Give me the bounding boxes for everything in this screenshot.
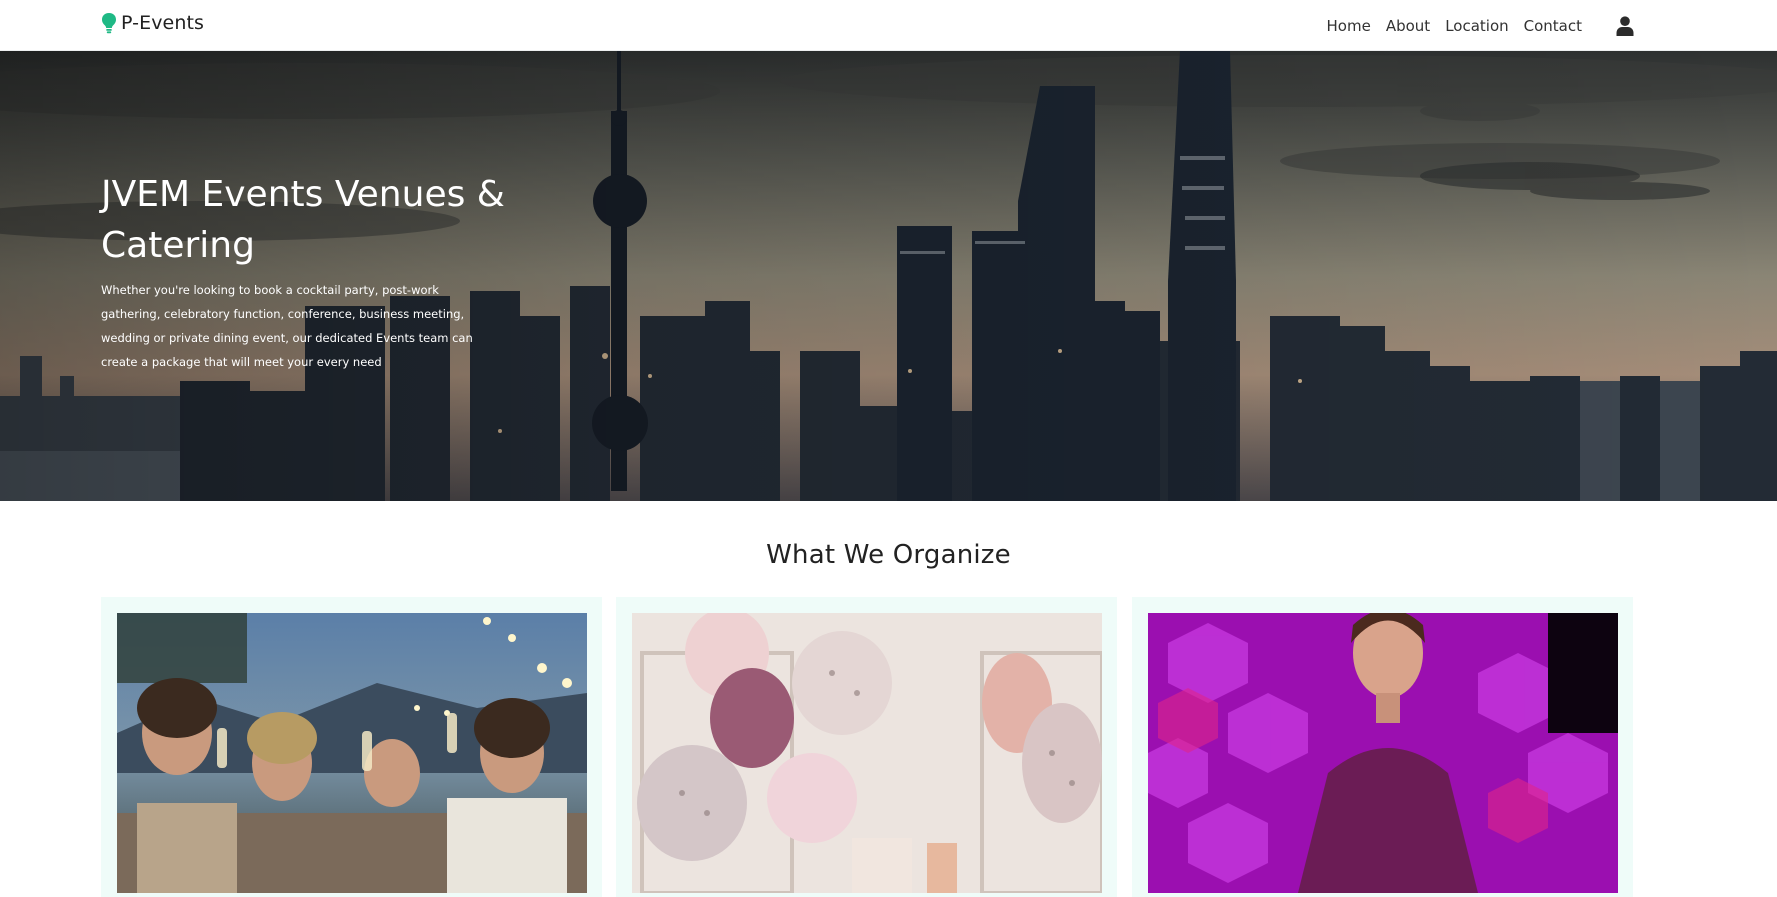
user-icon[interactable]	[1616, 15, 1634, 36]
fashion-show-photo	[1148, 613, 1618, 893]
nav-contact-link[interactable]: Contact	[1524, 17, 1582, 35]
lightbulb-icon	[102, 13, 116, 34]
brand-name: P-Events	[121, 12, 205, 34]
hero-description: Whether you're looking to book a cocktai…	[101, 283, 473, 369]
brand-logo[interactable]: P-Events	[101, 11, 204, 35]
event-card[interactable]	[616, 597, 1117, 897]
nav-location-link[interactable]: Location	[1445, 17, 1508, 35]
nav-home-link[interactable]: Home	[1327, 17, 1371, 35]
nav-menu: Home About Location Contact	[1327, 0, 1777, 51]
navbar: P-Events Home About Location Contact	[0, 0, 1777, 51]
hero-banner: JVEM Events Venues & Catering Whether yo…	[0, 51, 1777, 501]
hero-title: JVEM Events Venues & Catering	[101, 174, 505, 266]
event-card[interactable]	[1132, 597, 1633, 897]
party-toast-photo	[117, 613, 587, 893]
balloons-photo	[632, 613, 1102, 893]
section-title: What We Organize	[766, 540, 1011, 570]
event-cards	[101, 597, 1633, 897]
nav-about-link[interactable]: About	[1386, 17, 1430, 35]
event-card[interactable]	[101, 597, 602, 897]
city-skyline-image	[0, 51, 1777, 501]
